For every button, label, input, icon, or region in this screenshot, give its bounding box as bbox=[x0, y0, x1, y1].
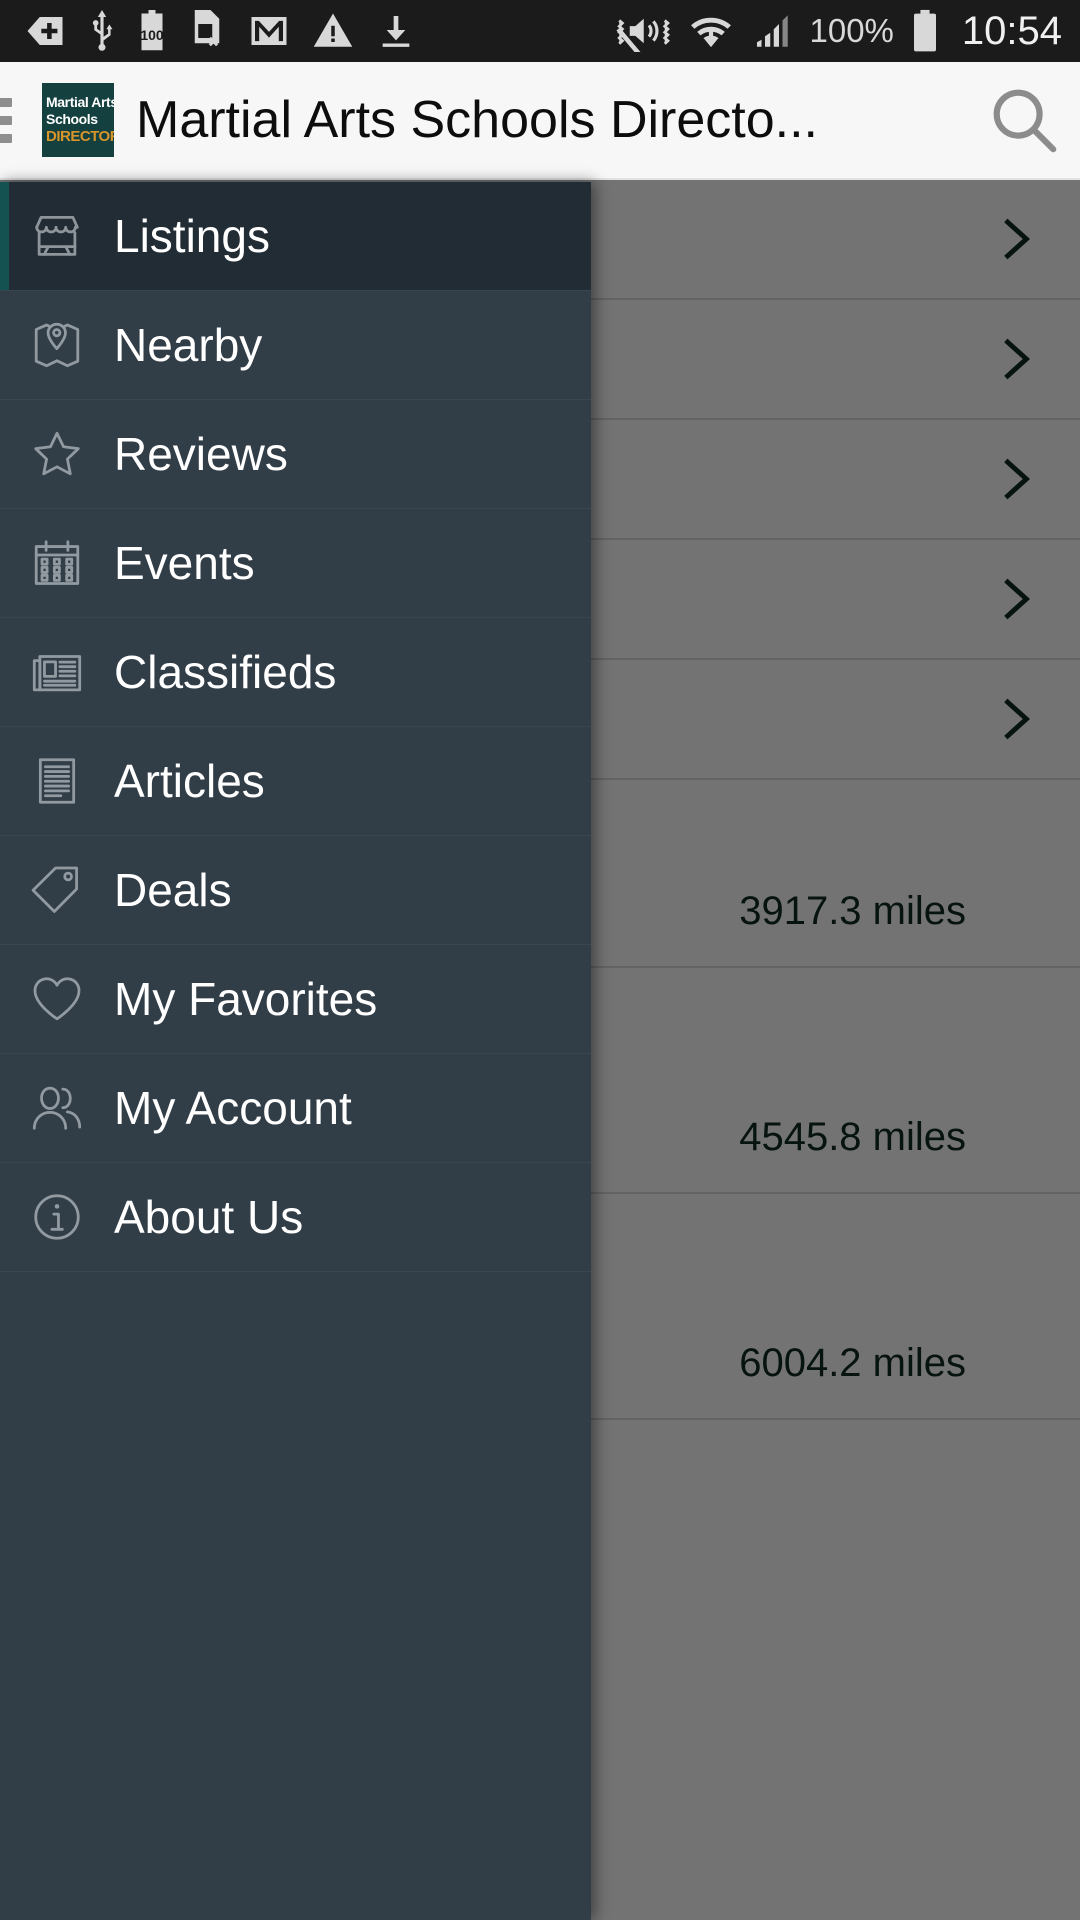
status-bar-clock: 10:54 bbox=[961, 8, 1062, 53]
sim-card-error-icon bbox=[194, 10, 220, 47]
calendar-icon bbox=[26, 532, 88, 594]
sidebar-item-my-favorites[interactable]: My Favorites bbox=[0, 945, 591, 1054]
chevron-right-icon[interactable] bbox=[994, 689, 1040, 749]
users-icon bbox=[26, 1077, 88, 1139]
hamburger-icon[interactable] bbox=[0, 97, 12, 143]
sidebar-item-my-account[interactable]: My Account bbox=[0, 1054, 591, 1163]
listing-distance: 6004.2 miles bbox=[739, 1341, 966, 1385]
star-outline-icon bbox=[26, 423, 88, 485]
info-circle-icon bbox=[26, 1186, 88, 1248]
sidebar-item-label: My Account bbox=[114, 1082, 352, 1134]
logo-line-3: DIRECTORY bbox=[46, 128, 114, 145]
search-button[interactable] bbox=[976, 72, 1072, 168]
sidebar-item-nearby[interactable]: Nearby bbox=[0, 291, 591, 400]
heart-outline-icon bbox=[26, 968, 88, 1030]
navigation-drawer: Listings Nearby Reviews Events Classifieds Ar… bbox=[0, 182, 591, 1920]
status-bar-left-icons: 100 bbox=[24, 10, 416, 52]
sidebar-item-articles[interactable]: Articles bbox=[0, 727, 591, 836]
logo-line-1: Martial Arts bbox=[46, 94, 114, 110]
sidebar-item-label: Reviews bbox=[114, 428, 288, 480]
chevron-right-icon[interactable] bbox=[994, 329, 1040, 389]
download-icon bbox=[382, 16, 410, 47]
sidebar-item-label: Nearby bbox=[114, 319, 263, 371]
navigation-list: Listings Nearby Reviews Events Classifieds Ar… bbox=[0, 182, 591, 1272]
battery-full-icon bbox=[913, 9, 936, 52]
listing-distance: 3917.3 miles bbox=[739, 889, 966, 933]
plus-badge-icon bbox=[27, 17, 63, 45]
sidebar-item-classifieds[interactable]: Classifieds bbox=[0, 618, 591, 727]
listing-distance: 4545.8 miles bbox=[739, 1115, 966, 1159]
gmail-icon bbox=[251, 17, 287, 45]
sidebar-item-events[interactable]: Events bbox=[0, 509, 591, 618]
app-logo: Martial Arts Schools DIRECTORY bbox=[42, 83, 114, 157]
app-bar: Martial Arts Schools DIRECTORY Martial A… bbox=[0, 62, 1080, 180]
storefront-icon bbox=[26, 205, 88, 267]
sidebar-item-label: Listings bbox=[114, 210, 270, 262]
usb-icon bbox=[92, 10, 113, 51]
warning-triangle-icon bbox=[313, 13, 353, 47]
sidebar-item-deals[interactable]: Deals bbox=[0, 836, 591, 945]
map-pin-icon bbox=[26, 314, 88, 376]
wifi-icon bbox=[691, 17, 732, 48]
chevron-right-icon[interactable] bbox=[994, 449, 1040, 509]
mute-vibrate-icon bbox=[616, 18, 671, 52]
phone-screen: 100 100% 10:54 Martial Arts Schools DIRE… bbox=[0, 0, 1080, 1920]
sidebar-item-label: Articles bbox=[114, 755, 265, 807]
sidebar-item-listings[interactable]: Listings bbox=[0, 182, 591, 291]
sidebar-item-reviews[interactable]: Reviews bbox=[0, 400, 591, 509]
sidebar-item-label: Classifieds bbox=[114, 646, 337, 698]
logo-line-2: Schools bbox=[46, 111, 98, 127]
sidebar-item-label: About Us bbox=[114, 1191, 304, 1243]
sidebar-item-label: My Favorites bbox=[114, 973, 378, 1025]
chevron-right-icon[interactable] bbox=[994, 209, 1040, 269]
document-lines-icon bbox=[26, 750, 88, 812]
sidebar-item-label: Events bbox=[114, 537, 255, 589]
cellular-signal-icon bbox=[757, 15, 789, 47]
page-title: Martial Arts Schools Directo... bbox=[136, 91, 818, 149]
sidebar-item-label: Deals bbox=[114, 864, 232, 916]
price-tag-icon bbox=[26, 859, 88, 921]
search-icon bbox=[993, 89, 1057, 153]
svg-text:100: 100 bbox=[140, 27, 164, 43]
battery-100-icon: 100 bbox=[140, 10, 164, 51]
battery-percent-label: 100% bbox=[809, 12, 894, 49]
status-bar-right-icons: 100% 10:54 bbox=[613, 9, 1062, 54]
chevron-right-icon[interactable] bbox=[994, 569, 1040, 629]
sidebar-item-about-us[interactable]: About Us bbox=[0, 1163, 591, 1272]
status-bar: 100 100% 10:54 bbox=[0, 0, 1080, 62]
newspaper-icon bbox=[26, 641, 88, 703]
